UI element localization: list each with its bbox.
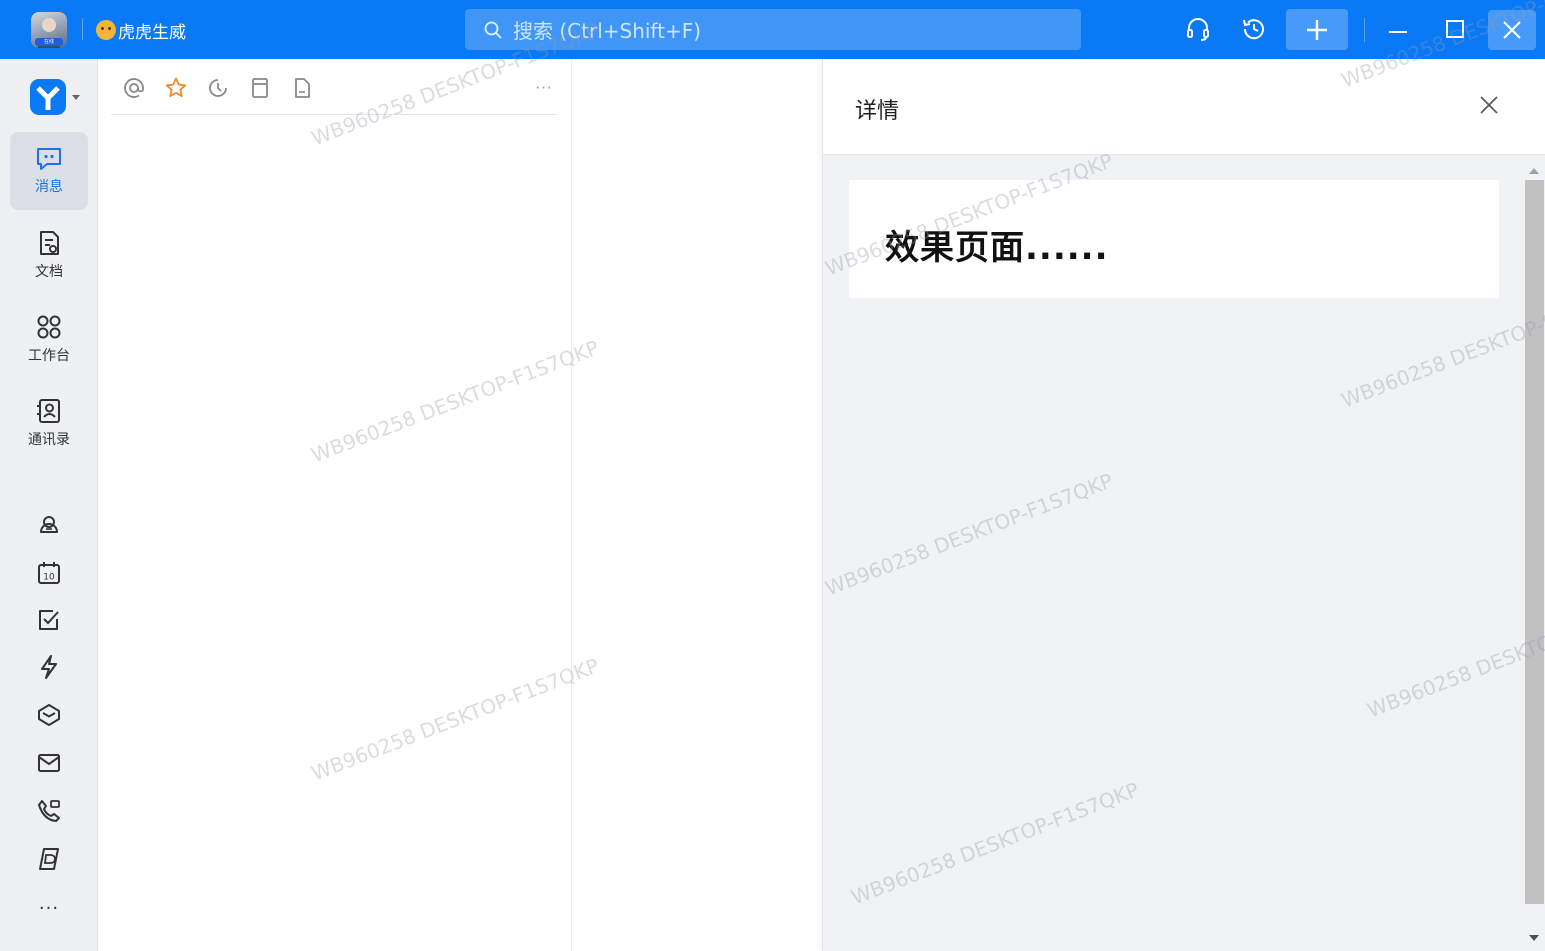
at-mention-icon	[124, 78, 144, 98]
title-divider	[82, 18, 83, 40]
more-icon: ···	[38, 897, 60, 919]
search-input[interactable]: 搜索 (Ctrl+Shift+F)	[465, 9, 1081, 50]
headset-icon	[1187, 18, 1209, 41]
filter-bar: ···	[111, 73, 557, 115]
conversation-list-panel: ···	[99, 59, 572, 951]
caret-down-icon	[72, 95, 80, 100]
username[interactable]: 虎虎生威	[96, 18, 186, 43]
title-bar: 在线 虎虎生威 搜索 (Ctrl+Shift+F)	[0, 0, 1545, 59]
plus-icon	[1307, 19, 1327, 40]
bookmark-icon	[252, 78, 268, 98]
content-card: 效果页面......	[849, 180, 1499, 298]
nav-item-contacts[interactable]: 通讯录	[10, 384, 88, 462]
calendar-icon: 10	[38, 562, 60, 584]
customer-service-button[interactable]	[1180, 11, 1216, 47]
maximize-icon	[1446, 20, 1464, 38]
filter-later-button[interactable]	[205, 75, 231, 101]
search-icon	[484, 21, 502, 38]
drive-icon	[39, 848, 59, 870]
nav-item-label: 通讯录	[28, 432, 70, 448]
filter-starred-button[interactable]	[163, 75, 189, 101]
username-label: 虎虎生威	[118, 22, 186, 43]
calendar-day: 10	[43, 573, 55, 583]
nav-item-docs[interactable]: 文档	[10, 216, 88, 294]
nav-mail-button[interactable]	[35, 749, 63, 777]
layers-icon	[38, 704, 60, 726]
history-icon	[1243, 19, 1264, 40]
detail-drawer: 详情 效果页面......	[822, 59, 1545, 951]
message-icon	[37, 148, 61, 170]
nav-item-label: 工作台	[28, 348, 70, 364]
create-button[interactable]	[1286, 9, 1348, 50]
filter-saved-button[interactable]	[247, 75, 273, 101]
file-icon	[295, 78, 310, 98]
scroll-up-arrow-icon[interactable]	[1529, 168, 1539, 174]
more-icon: ···	[535, 79, 553, 97]
task-checkbox-icon	[39, 610, 59, 630]
video-call-icon	[38, 800, 60, 822]
close-icon	[1503, 21, 1521, 39]
scrollbar-thumb[interactable]	[1525, 180, 1544, 904]
history-button[interactable]	[1236, 11, 1272, 47]
status-badge: 在线	[35, 38, 63, 46]
close-detail-button[interactable]	[1477, 93, 1501, 117]
maximize-button[interactable]	[1437, 11, 1473, 47]
nav-item-label: 消息	[35, 179, 63, 195]
document-icon	[40, 231, 59, 255]
search-placeholder: 搜索 (Ctrl+Shift+F)	[513, 19, 702, 43]
app-logo-menu[interactable]	[29, 77, 83, 117]
workbench-icon	[37, 315, 61, 339]
filter-more-button[interactable]: ···	[531, 75, 557, 101]
nav-item-label: 文档	[35, 264, 63, 280]
cloud-meeting-icon	[40, 516, 58, 533]
filter-mentions-button[interactable]	[121, 75, 147, 101]
close-icon	[1480, 96, 1498, 114]
tiger-emoji-icon	[96, 20, 116, 40]
clock-icon	[209, 79, 227, 97]
minimize-button[interactable]	[1380, 11, 1416, 47]
detail-header: 详情	[823, 59, 1545, 155]
app-logo-icon	[30, 79, 66, 115]
nav-calendar-button[interactable]: 10	[35, 559, 63, 587]
close-window-button[interactable]	[1488, 10, 1536, 50]
content-heading: 效果页面......	[885, 228, 1109, 268]
avatar[interactable]: 在线	[31, 12, 67, 48]
chat-area	[573, 59, 822, 951]
left-navigation: 消息 文档 工作台 通讯录 10 ···	[0, 59, 98, 951]
contacts-icon	[37, 399, 60, 423]
nav-meeting-button[interactable]	[35, 511, 63, 539]
nav-more-button[interactable]: ···	[35, 894, 63, 922]
nav-drive-button[interactable]	[35, 845, 63, 873]
detail-title: 详情	[855, 99, 900, 124]
scroll-down-arrow-icon[interactable]	[1529, 935, 1539, 941]
nav-call-button[interactable]	[35, 797, 63, 825]
nav-flash-button[interactable]	[35, 653, 63, 681]
minimize-icon	[1389, 31, 1407, 33]
nav-tasks-button[interactable]	[35, 606, 63, 634]
filter-files-button[interactable]	[289, 75, 315, 101]
mail-icon	[38, 754, 60, 772]
star-icon	[165, 77, 187, 98]
nav-layers-button[interactable]	[35, 701, 63, 729]
nav-item-messages[interactable]: 消息	[10, 132, 88, 210]
window-controls-divider	[1364, 18, 1365, 42]
lightning-icon	[41, 655, 57, 679]
nav-item-workbench[interactable]: 工作台	[10, 300, 88, 378]
